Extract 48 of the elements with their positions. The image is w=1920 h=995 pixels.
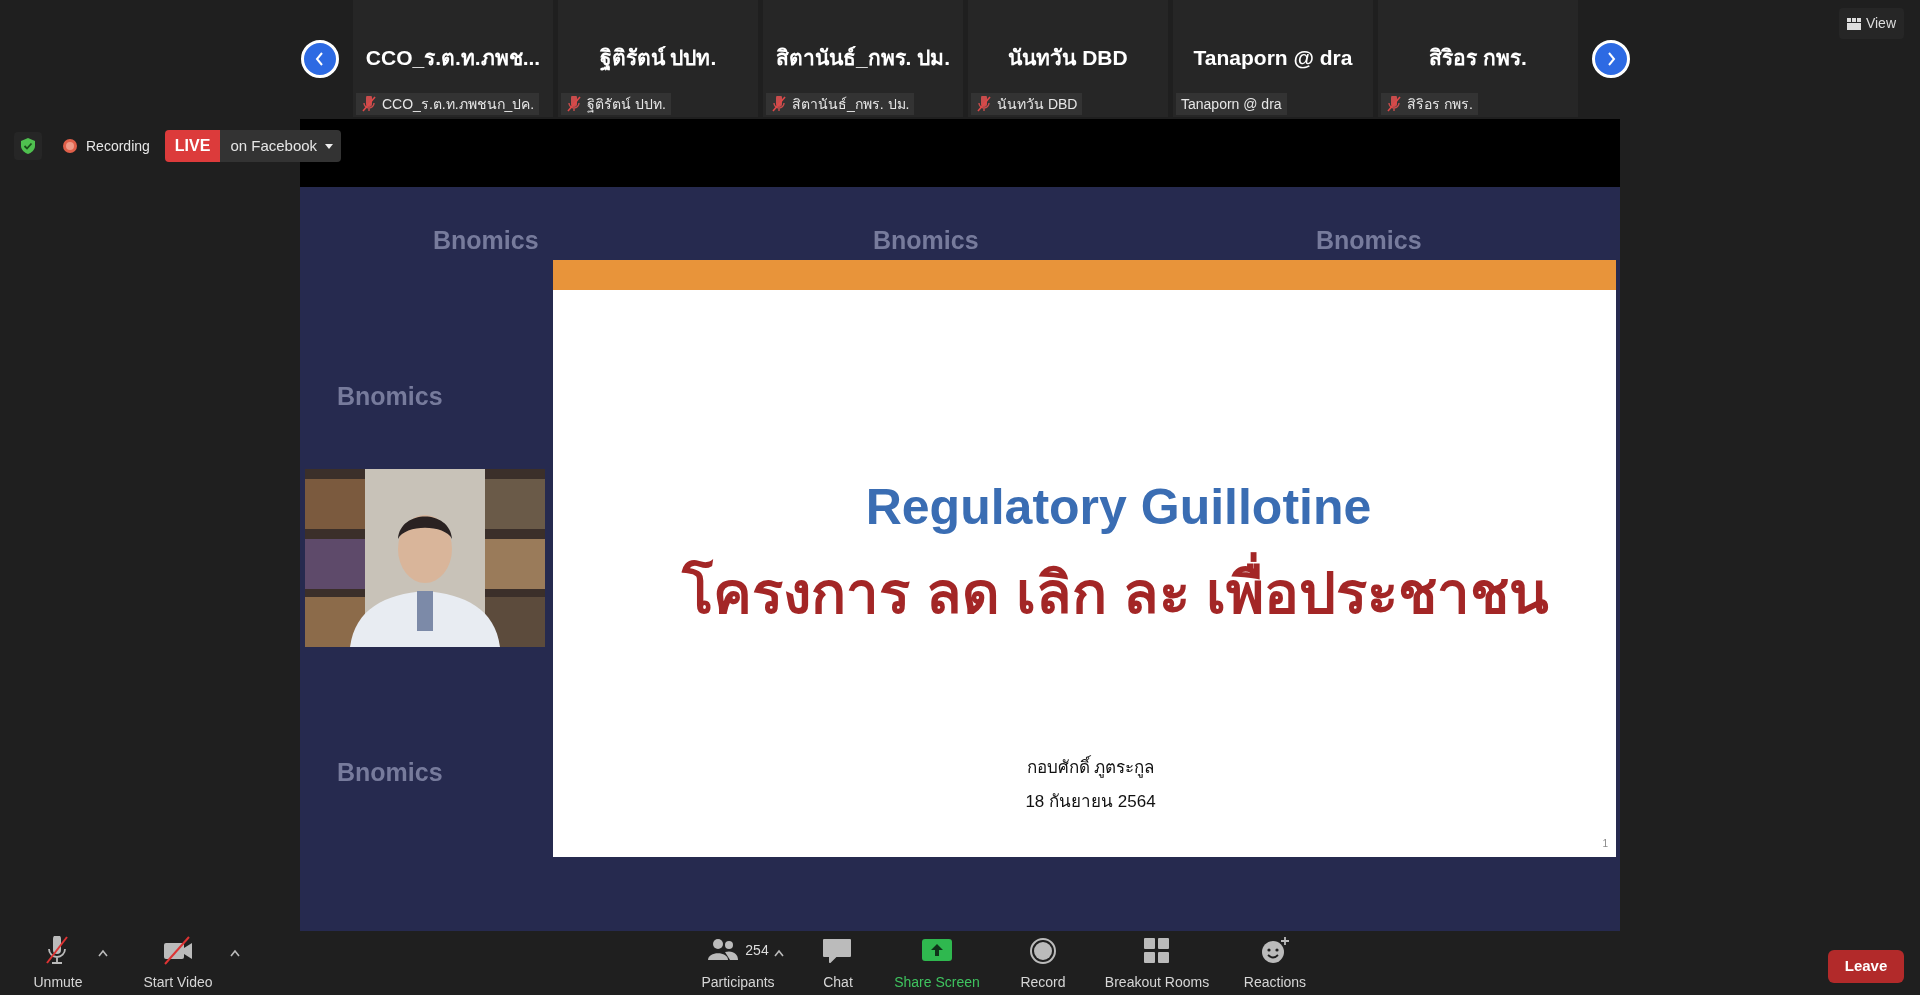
toolbar-button[interactable]: Record	[1006, 935, 1080, 995]
next-page-button[interactable]	[1592, 39, 1630, 78]
page-number: 1	[1602, 837, 1608, 851]
security-shield-icon	[21, 138, 35, 154]
name-tag-text: ฐิติรัตน์ ปปท.	[587, 94, 666, 115]
caret-up-icon	[230, 949, 240, 957]
record-icon	[1027, 935, 1059, 966]
toolbar-button[interactable]: Chat	[808, 935, 868, 995]
participant-count: 254	[745, 941, 769, 960]
name-tag-text: Tanaporn @ dra	[1181, 94, 1282, 114]
previous-page-button[interactable]	[301, 39, 339, 78]
caret-icon	[325, 143, 334, 149]
grid-icon	[1846, 17, 1861, 30]
watermark-text: Bnomics	[433, 225, 539, 255]
video-off-icon	[162, 935, 194, 966]
watermark-text: Bnomics	[873, 225, 979, 255]
participant-name: สิตานันธ์_กพร. ปม.	[775, 44, 951, 71]
caret-up-icon	[774, 949, 784, 957]
toolbar-button[interactable]: Breakout Rooms	[1094, 935, 1220, 995]
watermark-text: Bnomics	[337, 381, 443, 411]
leave-button[interactable]: Leave	[1828, 950, 1904, 983]
name-tag-text: CCO_ร.ต.ท.ภพชนก_ปค.	[382, 94, 535, 114]
caret-up-icon	[98, 949, 108, 957]
toolbar-button[interactable]: Start Video	[130, 935, 226, 995]
slide-date: 18 กันยายน 2564	[1025, 790, 1156, 813]
watermark-text: Bnomics	[1316, 225, 1422, 255]
slide-author: กอบศักดิ์ ภูตระกูล	[1026, 755, 1155, 781]
slide-title: Regulatory Guillotine	[865, 478, 1372, 537]
participant-name: สิริอร กพร.	[1429, 44, 1527, 71]
participant-name: นันทวัน DBD	[1008, 44, 1128, 71]
view-button[interactable]: View	[1838, 8, 1904, 39]
name-tag-text: นันทวัน DBD	[997, 94, 1078, 114]
recording-label: Recording	[86, 136, 150, 156]
toolbar-button[interactable]: Share Screen	[882, 935, 992, 995]
toolbar-button[interactable]: Unmute	[22, 935, 94, 995]
name-tag-text: สิริอร กพร.	[1407, 94, 1473, 114]
recording-dot-icon	[62, 138, 78, 154]
participant-name: ฐิติรัตน์ ปปท.	[599, 44, 717, 73]
toolbar-button[interactable]: Reactions	[1234, 935, 1316, 995]
participant-name: CCO_ร.ต.ท.ภพช...	[365, 44, 541, 71]
live-stream-dropdown[interactable]: on Facebook	[220, 130, 342, 162]
smiley-icon	[1259, 935, 1291, 966]
name-tag-text: สิตานันธ์_กพร. ปม.	[792, 94, 910, 114]
toolbar-button[interactable]: 254 Participants	[686, 935, 790, 995]
slide-subtitle: โครงการ ลด เลิก ละ เพื่อประชาชน	[681, 551, 1550, 635]
participant-name: Tanaporn @ dra	[1193, 44, 1353, 71]
live-badge: LIVE	[164, 130, 221, 162]
watermark-text: Bnomics	[337, 757, 443, 787]
